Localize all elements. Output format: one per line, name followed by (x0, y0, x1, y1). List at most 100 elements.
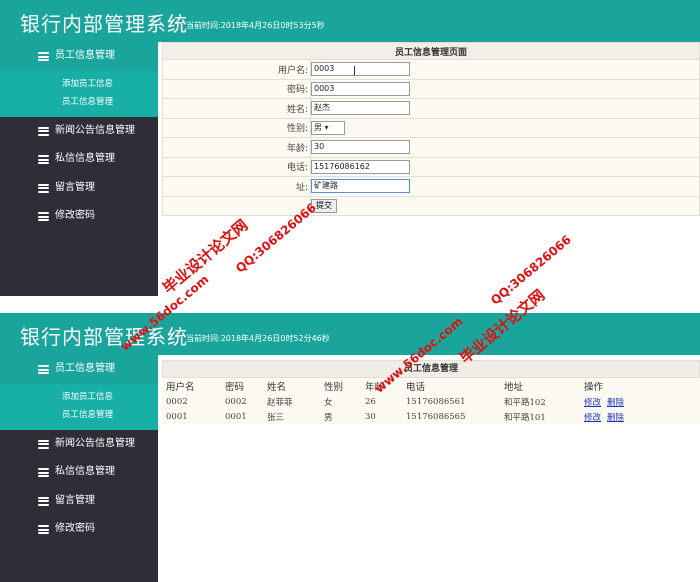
table-header-row: 用户名 密码 姓名 性别 年龄 电话 地址 操作 (162, 378, 700, 394)
current-time: 当前时间:2018年4月26日0时53分5秒 (186, 21, 325, 30)
app-header: 银行内部管理系统 当前时间:2018年4月26日0时52分46秒 (0, 313, 700, 355)
cell-actions: 修改 删除 (580, 409, 700, 424)
age-label: 年龄: (162, 137, 311, 158)
column-header: 姓名 (267, 382, 287, 393)
cell-phone: 15176086565 (406, 411, 466, 422)
cell-address: 和平路101 (504, 412, 546, 423)
sidebar-item-label: 员工信息管理 (55, 50, 115, 61)
edit-link[interactable]: 修改 (584, 413, 601, 423)
current-time: 当前时间:2018年4月26日0时52分46秒 (186, 334, 330, 343)
stack-icon (38, 155, 49, 164)
username-field[interactable]: 0003 (311, 62, 410, 77)
column-header: 地址 (504, 382, 524, 393)
cell-gender: 女 (324, 397, 333, 408)
name-field[interactable]: 赵杰 (311, 101, 410, 116)
submenu-add-employee[interactable]: 添加员工信息 (0, 75, 158, 93)
sidebar-item-news[interactable]: 新闻公告信息管理 (0, 430, 158, 459)
name-label: 姓名: (162, 98, 311, 119)
employee-form-area: 员工信息管理页面 用户名: 0003 密码: 0003 姓名: 赵杰 性别: 男… (162, 42, 700, 216)
stack-icon (38, 183, 49, 193)
sidebar-item-label: 私信信息管理 (55, 153, 115, 164)
stack-icon (38, 52, 49, 61)
submenu-manage-employee[interactable]: 员工信息管理 (0, 406, 158, 424)
sidebar-item-label: 修改密码 (55, 210, 95, 221)
sidebar-item-label: 留言管理 (55, 494, 95, 506)
sidebar-item-message[interactable]: 留言管理 (0, 487, 158, 516)
table-row: 0002 0002 赵菲菲 女 26 15176086561 和平路102 修改… (162, 394, 700, 409)
sidebar-item-message[interactable]: 留言管理 (0, 174, 158, 203)
age-field[interactable]: 30 (311, 140, 410, 155)
password-field[interactable]: 0003 (311, 81, 410, 96)
cell-gender: 男 (324, 412, 333, 423)
address-field[interactable]: 矿建路 (311, 179, 410, 194)
sidebar-item-password[interactable]: 修改密码 (0, 515, 158, 544)
column-header: 电话 (406, 382, 426, 393)
table-row: 0001 0001 张三 男 30 15176086565 和平路101 修改删… (162, 409, 700, 424)
gender-select[interactable]: 男 ▾ (311, 120, 345, 135)
bottom-panel: 银行内部管理系统 当前时间:2018年4月26日0时52分46秒 员工信息管理 … (0, 313, 700, 582)
address-label: 址: (162, 176, 311, 197)
stack-icon (38, 439, 49, 449)
form-heading: 员工信息管理页面 (162, 42, 700, 60)
stack-icon (38, 212, 49, 221)
cell-name: 赵菲菲 (267, 397, 293, 408)
column-header: 年龄 (365, 382, 385, 393)
stack-icon (38, 468, 49, 477)
app-title: 银行内部管理系统 (20, 325, 188, 349)
sidebar-item-employee[interactable]: 员工信息管理 (0, 355, 158, 384)
sidebar-item-label: 留言管理 (55, 181, 95, 193)
sidebar-item-employee[interactable]: 员工信息管理 (0, 42, 158, 71)
submenu-add-employee[interactable]: 添加员工信息 (0, 388, 158, 406)
stack-icon (38, 126, 49, 136)
sidebar-item-password[interactable]: 修改密码 (0, 202, 158, 231)
cell-username: 0002 (166, 396, 188, 407)
sidebar-item-private[interactable]: 私信信息管理 (0, 145, 158, 174)
column-header: 密码 (225, 382, 245, 393)
stack-icon (38, 496, 49, 506)
text-cursor-icon (354, 66, 355, 75)
cell-age: 30 (365, 411, 376, 422)
phone-label: 电话: (162, 156, 311, 177)
sidebar-item-news[interactable]: 新闻公告信息管理 (0, 117, 158, 146)
password-label: 密码: (162, 78, 311, 99)
stack-icon (38, 365, 49, 374)
phone-field[interactable]: 15176086162 (311, 159, 410, 174)
employee-form: 员工信息管理页面 用户名: 0003 密码: 0003 姓名: 赵杰 性别: 男… (162, 42, 700, 216)
cell-password: 0002 (225, 396, 247, 407)
username-label: 用户名: (162, 59, 311, 80)
cell-username: 0001 (166, 411, 188, 422)
sidebar-submenu: 添加员工信息 员工信息管理 (0, 383, 158, 430)
gender-value: 男 (314, 122, 322, 132)
top-panel: 银行内部管理系统 当前时间:2018年4月26日0时53分5秒 员工信息管理 添… (0, 0, 700, 296)
app-title: 银行内部管理系统 (20, 12, 188, 36)
list-heading: 员工信息管理 (162, 360, 700, 378)
sidebar: 员工信息管理 添加员工信息 员工信息管理 新闻公告信息管理 私信信息管理 留言管… (0, 355, 158, 582)
sidebar-item-private[interactable]: 私信信息管理 (0, 458, 158, 487)
sidebar-item-label: 新闻公告信息管理 (55, 437, 135, 449)
sidebar-item-label: 员工信息管理 (55, 363, 115, 374)
delete-link[interactable]: 删除 (607, 398, 624, 408)
sidebar-item-label: 修改密码 (55, 523, 95, 534)
dropdown-arrow-icon: ▾ (324, 122, 329, 132)
column-header: 操作 (584, 382, 604, 393)
cell-password: 0001 (225, 411, 247, 422)
cell-address: 和平路102 (504, 397, 546, 408)
column-header: 性别 (324, 382, 344, 393)
edit-link[interactable]: 修改 (584, 398, 601, 408)
sidebar-item-label: 新闻公告信息管理 (55, 124, 135, 136)
cell-phone: 15176086561 (406, 396, 466, 407)
submenu-manage-employee[interactable]: 员工信息管理 (0, 93, 158, 111)
cell-name: 张三 (267, 412, 285, 423)
sidebar: 员工信息管理 添加员工信息 员工信息管理 新闻公告信息管理 私信信息管理 留言管… (0, 42, 158, 296)
employee-list-area: 员工信息管理 用户名 密码 姓名 性别 年龄 电话 地址 操作 0002 000… (162, 360, 700, 424)
employee-table: 用户名 密码 姓名 性别 年龄 电话 地址 操作 0002 0002 赵菲菲 女… (162, 378, 700, 424)
cell-age: 26 (365, 396, 376, 407)
delete-link[interactable]: 删除 (607, 413, 624, 423)
app-header: 银行内部管理系统 当前时间:2018年4月26日0时53分5秒 (0, 0, 700, 42)
submit-button[interactable]: 提交 (311, 198, 337, 213)
gender-label: 性别: (162, 117, 311, 138)
cell-actions: 修改 删除 (580, 394, 700, 409)
column-header: 用户名 (166, 382, 195, 393)
empty-cell (162, 195, 311, 216)
sidebar-submenu: 添加员工信息 员工信息管理 (0, 70, 158, 117)
